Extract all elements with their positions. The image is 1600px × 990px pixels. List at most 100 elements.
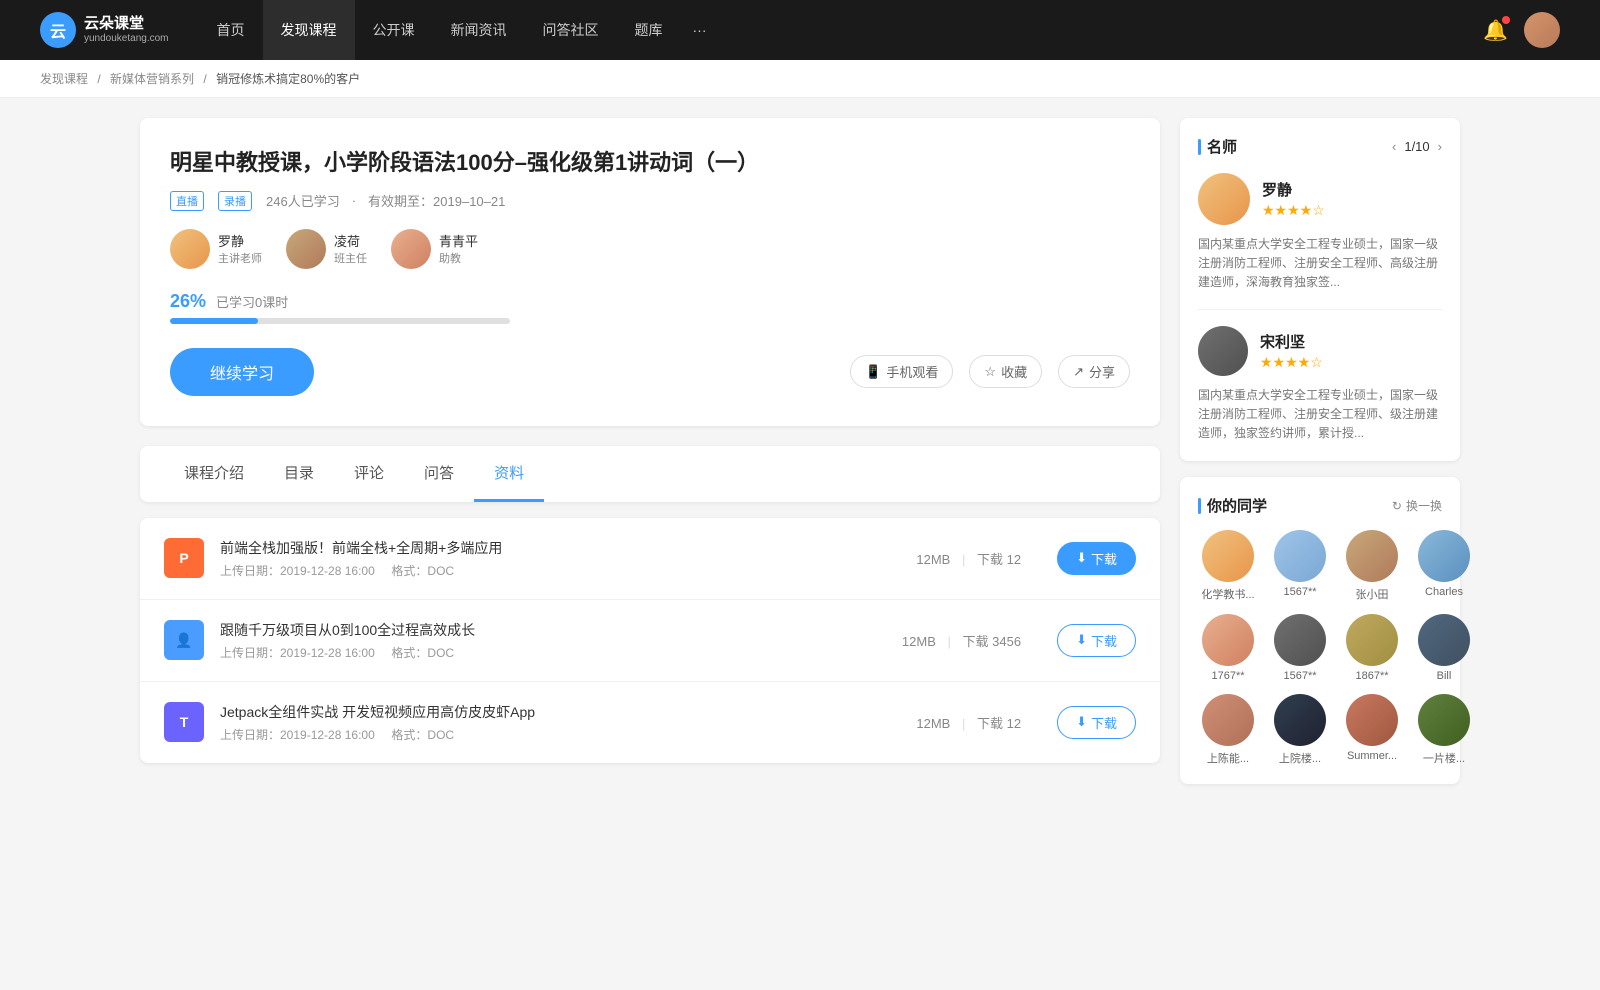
teacher-0-name: 罗静 — [218, 231, 262, 250]
tab-intro[interactable]: 课程介绍 — [164, 446, 264, 502]
course-title: 明星中教授课，小学阶段语法100分–强化级第1讲动词（一） — [170, 148, 1130, 179]
nav-more[interactable]: ··· — [681, 0, 719, 60]
classmate-6-name: 1867** — [1342, 670, 1402, 682]
teacher-0-avatar — [170, 229, 210, 269]
classmate-1[interactable]: 1567** — [1270, 530, 1330, 602]
prev-teacher-button[interactable]: ‹ — [1392, 139, 1396, 154]
download-button-2[interactable]: ⬇ 下载 — [1057, 706, 1136, 739]
download-button-0[interactable]: ⬇ 下载 — [1057, 542, 1136, 575]
classmate-11[interactable]: 一片楼... — [1414, 694, 1474, 766]
download-icon: ⬇ — [1076, 550, 1087, 566]
tab-catalog[interactable]: 目录 — [264, 446, 334, 502]
classmate-9[interactable]: 上院楼... — [1270, 694, 1330, 766]
classmate-2[interactable]: 张小田 — [1342, 530, 1402, 602]
course-card: 明星中教授课，小学阶段语法100分–强化级第1讲动词（一） 直播 录播 246人… — [140, 118, 1160, 426]
classmate-11-avatar — [1418, 694, 1470, 746]
classmate-2-avatar — [1346, 530, 1398, 582]
teacher-1-avatar — [286, 229, 326, 269]
progress-section: 26% 已学习0课时 — [170, 291, 1130, 324]
resource-name-1: 跟随千万级项目从0到100全过程高效成长 — [220, 620, 886, 640]
classmate-8-avatar — [1202, 694, 1254, 746]
classmate-2-name: 张小田 — [1342, 586, 1402, 602]
classmate-7[interactable]: Bill — [1414, 614, 1474, 682]
classmate-5[interactable]: 1567** — [1270, 614, 1330, 682]
classmate-4-avatar — [1202, 614, 1254, 666]
download-button-1[interactable]: ⬇ 下载 — [1057, 624, 1136, 657]
resource-meta-1: 上传日期：2019-12-28 16:00 格式：DOC — [220, 644, 886, 661]
share-icon: ↗ — [1073, 364, 1084, 380]
tab-resources[interactable]: 资料 — [474, 446, 544, 502]
sidebar-teacher-0-name: 罗静 — [1262, 179, 1325, 200]
classmate-5-avatar — [1274, 614, 1326, 666]
star-icon: ☆ — [984, 364, 996, 380]
resource-item: P 前端全栈加强版！前端全栈+全周期+多端应用 上传日期：2019-12-28 … — [140, 518, 1160, 600]
resource-item: T Jetpack全组件实战 开发短视频应用高仿皮皮虾App 上传日期：2019… — [140, 682, 1160, 763]
classmate-1-avatar — [1274, 530, 1326, 582]
classmate-6[interactable]: 1867** — [1342, 614, 1402, 682]
progress-bar-bg — [170, 318, 510, 324]
resource-stats-1: 12MB | 下载 3456 — [902, 631, 1021, 650]
teachers: 罗静 主讲老师 凌荷 班主任 青青平 助教 — [170, 229, 1130, 269]
resource-info-1: 跟随千万级项目从0到100全过程高效成长 上传日期：2019-12-28 16:… — [220, 620, 886, 661]
classmate-9-avatar — [1274, 694, 1326, 746]
bell-icon[interactable]: 🔔 — [1483, 18, 1508, 43]
resource-stats-2: 12MB | 下载 12 — [916, 713, 1021, 732]
resource-info-0: 前端全栈加强版！前端全栈+全周期+多端应用 上传日期：2019-12-28 16… — [220, 538, 900, 579]
resource-meta-2: 上传日期：2019-12-28 16:00 格式：DOC — [220, 726, 900, 743]
sidebar-teacher-1-name: 宋利坚 — [1260, 331, 1323, 352]
breadcrumb-series[interactable]: 新媒体营销系列 — [110, 72, 194, 86]
classmate-8[interactable]: 上陈能... — [1198, 694, 1258, 766]
classmate-0[interactable]: 化学教书... — [1198, 530, 1258, 602]
classmate-10-name: Summer... — [1342, 750, 1402, 762]
nav-discover[interactable]: 发现课程 — [263, 0, 355, 60]
teacher-1-role: 班主任 — [334, 250, 367, 266]
teachers-panel: 名师 ‹ 1/10 › 罗静 ★★★★☆ 国内某重点大学安全工程专业硕士，国家一… — [1180, 118, 1460, 461]
teacher-card-0: 罗静 ★★★★☆ 国内某重点大学安全工程专业硕士，国家一级注册消防工程师、注册安… — [1198, 173, 1442, 310]
teacher-0-role: 主讲老师 — [218, 250, 262, 266]
resource-icon-2: T — [164, 702, 204, 742]
teacher-2-name: 青青平 — [439, 231, 478, 250]
header-right: 🔔 — [1483, 12, 1560, 48]
nav-qa[interactable]: 问答社区 — [525, 0, 617, 60]
resource-icon-1: 👤 — [164, 620, 204, 660]
resource-info-2: Jetpack全组件实战 开发短视频应用高仿皮皮虾App 上传日期：2019-1… — [220, 702, 900, 743]
user-avatar[interactable] — [1524, 12, 1560, 48]
classmate-1-name: 1567** — [1270, 586, 1330, 598]
refresh-classmates-button[interactable]: ↻ 换一换 — [1392, 497, 1442, 514]
classmate-4[interactable]: 1767** — [1198, 614, 1258, 682]
classmate-5-name: 1567** — [1270, 670, 1330, 682]
main-layout: 明星中教授课，小学阶段语法100分–强化级第1讲动词（一） 直播 录播 246人… — [100, 98, 1500, 820]
resource-name-0: 前端全栈加强版！前端全栈+全周期+多端应用 — [220, 538, 900, 558]
favorite-button[interactable]: ☆ 收藏 — [969, 355, 1042, 388]
sidebar-teacher-1-stars: ★★★★☆ — [1260, 354, 1323, 371]
nav-news[interactable]: 新闻资讯 — [433, 0, 525, 60]
tab-qa[interactable]: 问答 — [404, 446, 474, 502]
share-button[interactable]: ↗ 分享 — [1058, 355, 1130, 388]
classmates-grid: 化学教书... 1567** 张小田 Charles 1767** — [1198, 530, 1442, 766]
next-teacher-button[interactable]: › — [1438, 139, 1442, 154]
logo[interactable]: 云 云朵课堂 yundouketang.com — [40, 12, 169, 48]
tab-review[interactable]: 评论 — [334, 446, 404, 502]
breadcrumb-discover[interactable]: 发现课程 — [40, 72, 88, 86]
progress-percent: 26% — [170, 291, 206, 312]
teacher-1-name: 凌荷 — [334, 231, 367, 250]
classmate-0-name: 化学教书... — [1198, 586, 1258, 602]
classmate-3[interactable]: Charles — [1414, 530, 1474, 602]
classmate-6-avatar — [1346, 614, 1398, 666]
classmate-7-avatar — [1418, 614, 1470, 666]
classmate-4-name: 1767** — [1198, 670, 1258, 682]
logo-text: 云朵课堂 yundouketang.com — [84, 15, 169, 45]
classmate-10-avatar — [1346, 694, 1398, 746]
classmate-10[interactable]: Summer... — [1342, 694, 1402, 766]
panel-header-teachers: 名师 ‹ 1/10 › — [1198, 136, 1442, 157]
mobile-watch-button[interactable]: 📱 手机观看 — [850, 355, 953, 388]
download-icon: ⬇ — [1076, 632, 1087, 648]
nav-quiz[interactable]: 题库 — [617, 0, 681, 60]
panel-nav-teachers: ‹ 1/10 › — [1392, 139, 1442, 154]
nav-open[interactable]: 公开课 — [355, 0, 433, 60]
classmate-3-name: Charles — [1414, 586, 1474, 598]
tag-record: 录播 — [218, 191, 252, 211]
continue-button[interactable]: 继续学习 — [170, 348, 314, 396]
teacher-2: 青青平 助教 — [391, 229, 478, 269]
nav-home[interactable]: 首页 — [199, 0, 263, 60]
